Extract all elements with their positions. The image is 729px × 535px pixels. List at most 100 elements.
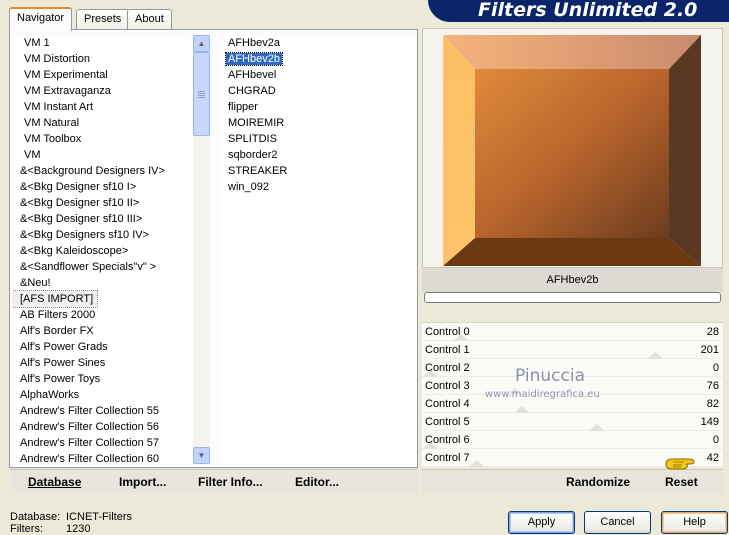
- filter-item[interactable]: STREAKER: [222, 163, 416, 179]
- category-item[interactable]: Alf's Border FX: [12, 323, 193, 339]
- category-item[interactable]: &<Bkg Kaleidoscope>: [12, 243, 193, 259]
- filter-item[interactable]: win_092: [222, 179, 416, 195]
- category-item[interactable]: [AFS IMPORT]: [12, 290, 98, 308]
- category-item[interactable]: VM Toolbox: [12, 131, 193, 147]
- category-scrollbar[interactable]: ▲ ▼: [193, 35, 210, 464]
- filter-item[interactable]: MOIREMIR: [222, 115, 416, 131]
- control-slider-marker[interactable]: [589, 424, 605, 431]
- control-value: 0: [712, 362, 719, 374]
- preview-bevel-right: [669, 35, 701, 266]
- control-row[interactable]: Control 6 0: [422, 431, 723, 449]
- category-item[interactable]: VM Natural: [12, 115, 193, 131]
- filter-item[interactable]: sqborder2: [222, 147, 416, 163]
- filter-item[interactable]: AFHbev2b: [222, 51, 416, 67]
- category-item[interactable]: &<Sandflower Specials"v" >: [12, 259, 193, 275]
- category-item[interactable]: VM 1: [12, 35, 193, 51]
- category-item[interactable]: VM Distortion: [12, 51, 193, 67]
- control-value: 82: [706, 398, 719, 410]
- filter-info-button[interactable]: Filter Info...: [198, 475, 263, 489]
- tab-about[interactable]: About: [127, 9, 172, 29]
- preview-center: [475, 69, 669, 238]
- control-value: 201: [700, 344, 719, 356]
- pointing-hand-icon: [665, 458, 695, 470]
- control-value: 0: [712, 434, 719, 446]
- category-item[interactable]: Alf's Power Grads: [12, 339, 193, 355]
- category-item[interactable]: AlphaWorks: [12, 387, 193, 403]
- category-item[interactable]: VM Instant Art: [12, 99, 193, 115]
- scroll-up-arrow-icon[interactable]: ▲: [193, 35, 210, 52]
- control-label: Control 4: [425, 398, 470, 410]
- category-item[interactable]: Andrew's Filter Collection 56: [12, 419, 193, 435]
- preview-bevel-top: [443, 35, 701, 69]
- preview-bevel-bottom: [443, 238, 701, 266]
- control-row[interactable]: Control 5 149: [422, 413, 723, 431]
- import-button[interactable]: Import...: [119, 475, 166, 489]
- control-label: Control 2: [425, 362, 470, 374]
- filter-item[interactable]: SPLITDIS: [222, 131, 416, 147]
- preview-image: [443, 35, 701, 266]
- filter-item-label: AFHbev2a: [228, 37, 280, 49]
- category-item[interactable]: VM: [12, 147, 193, 163]
- category-item[interactable]: &<Background Designers IV>: [12, 163, 193, 179]
- status-filters-value: 1230: [66, 523, 91, 535]
- reset-button[interactable]: Reset: [665, 475, 698, 489]
- cancel-button[interactable]: Cancel: [584, 511, 651, 534]
- control-slider-marker[interactable]: [514, 406, 530, 413]
- filter-item-label: AFHbev2b: [225, 52, 283, 66]
- filter-item-label: SPLITDIS: [228, 133, 277, 145]
- app-title: Filters Unlimited 2.0: [428, 0, 729, 22]
- tab-navigator[interactable]: Navigator: [9, 7, 73, 31]
- category-item[interactable]: Andrew's Filter Collection 55: [12, 403, 193, 419]
- control-label: Control 7: [425, 452, 470, 464]
- randomize-button[interactable]: Randomize: [566, 475, 630, 489]
- filter-item[interactable]: AFHbevel: [222, 67, 416, 83]
- control-value: 42: [706, 452, 719, 464]
- filter-item-label: MOIREMIR: [228, 117, 285, 129]
- control-value: 76: [706, 380, 719, 392]
- status-database-value: ICNET-Filters: [66, 511, 132, 523]
- filter-item-label: STREAKER: [228, 165, 288, 177]
- control-row[interactable]: Control 1 201: [422, 341, 723, 359]
- category-item[interactable]: &<Bkg Designer sf10 I>: [12, 179, 193, 195]
- status-database-label: Database:: [10, 511, 61, 523]
- category-item[interactable]: VM Extravaganza: [12, 83, 193, 99]
- watermark-url: www.maidiregrafica.eu: [485, 389, 600, 400]
- filter-item-label: AFHbevel: [228, 69, 277, 81]
- control-row[interactable]: Control 0 28: [422, 323, 723, 341]
- control-value: 28: [706, 326, 719, 338]
- filter-item-label: sqborder2: [228, 149, 278, 161]
- category-item[interactable]: Andrew's Filter Collection 57: [12, 435, 193, 451]
- editor-button[interactable]: Editor...: [295, 475, 339, 489]
- control-label: Control 6: [425, 434, 470, 446]
- filter-item[interactable]: AFHbev2a: [222, 35, 416, 51]
- control-label: Control 1: [425, 344, 470, 356]
- category-item[interactable]: &Neu!: [12, 275, 193, 291]
- database-button[interactable]: Database: [28, 475, 81, 489]
- filter-item[interactable]: CHGRAD: [222, 83, 416, 99]
- control-slider-marker[interactable]: [469, 460, 485, 467]
- category-item[interactable]: VM Experimental: [12, 67, 193, 83]
- watermark-title: Pinuccia: [515, 366, 585, 386]
- category-item[interactable]: Alf's Power Sines: [12, 355, 193, 371]
- scroll-down-arrow-icon[interactable]: ▼: [193, 447, 210, 464]
- category-item[interactable]: &<Bkg Designers sf10 IV>: [12, 227, 193, 243]
- help-button[interactable]: Help: [661, 511, 728, 534]
- current-filter-name: AFHbev2b: [422, 268, 723, 292]
- filter-item[interactable]: flipper: [222, 99, 416, 115]
- control-label: Control 5: [425, 416, 470, 428]
- category-item[interactable]: &<Bkg Designer sf10 III>: [12, 211, 193, 227]
- control-value: 149: [700, 416, 719, 428]
- tab-presets[interactable]: Presets: [76, 9, 130, 29]
- category-item[interactable]: &<Bkg Designer sf10 II>: [12, 195, 193, 211]
- category-item[interactable]: Andrew's Filter Collection 60: [12, 451, 193, 464]
- category-item[interactable]: Alf's Power Toys: [12, 371, 193, 387]
- control-label: Control 3: [425, 380, 470, 392]
- apply-button[interactable]: Apply: [508, 511, 575, 534]
- status-filters-label: Filters:: [10, 523, 43, 535]
- filter-item-label: flipper: [228, 101, 258, 113]
- scroll-thumb[interactable]: [193, 52, 210, 136]
- category-list[interactable]: VM 1 VM Distortion VM Experimental VM Extra…: [12, 35, 193, 464]
- control-slider-marker[interactable]: [647, 352, 663, 359]
- filter-list[interactable]: AFHbev2a AFHbev2b AFHbevel CHGRAD flipper MOI…: [222, 35, 416, 464]
- category-item[interactable]: AB Filters 2000: [12, 307, 193, 323]
